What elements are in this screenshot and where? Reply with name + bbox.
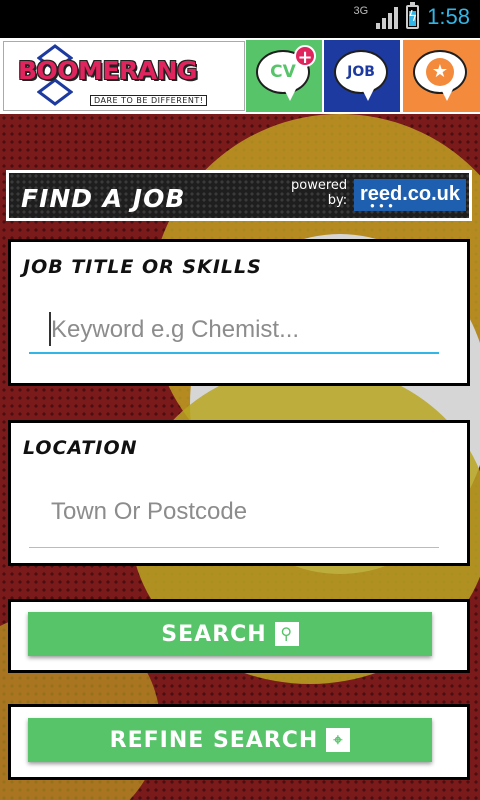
reed-logo[interactable]: reed.co.uk ● ● ● (354, 179, 466, 211)
cv-button[interactable]: CV + (246, 40, 322, 112)
job-title-label: JOB TITLE OR SKILLS (23, 256, 262, 278)
powered-by-text: powered by: (291, 178, 348, 208)
job-title-card: JOB TITLE OR SKILLS (8, 239, 470, 386)
status-bar: 3G ϟ 1:58 (0, 0, 480, 38)
location-label: LOCATION (23, 437, 138, 459)
plus-icon: + (294, 45, 316, 68)
logo[interactable]: BOOMERANG DARE TO BE DIFFERENT! (3, 41, 245, 111)
network-type: 3G (353, 5, 369, 17)
text-cursor (49, 312, 51, 346)
find-job-banner: FIND A JOB powered by: reed.co.uk ● ● ● (6, 170, 472, 221)
job-button[interactable]: JOB (324, 40, 400, 112)
clock: 1:58 (427, 4, 470, 29)
job-bubble-icon: JOB (334, 50, 388, 94)
target-icon: ⌖ (326, 728, 351, 752)
app-header: BOOMERANG DARE TO BE DIFFERENT! CV + JOB… (0, 38, 480, 114)
battery-icon: ϟ (406, 2, 420, 29)
search-icon: ⚲ (274, 622, 299, 646)
logo-tagline: DARE TO BE DIFFERENT! (90, 95, 208, 106)
location-card: LOCATION (8, 420, 470, 566)
search-button[interactable]: SEARCH ⚲ (28, 612, 432, 656)
signal-icon (376, 5, 399, 29)
favourites-button[interactable]: ★ (403, 40, 480, 112)
location-input[interactable] (29, 489, 439, 535)
location-underline (29, 547, 439, 548)
star-bubble-icon: ★ (413, 50, 467, 94)
star-icon: ★ (426, 58, 454, 86)
logo-text: BOOMERANG (18, 56, 198, 85)
refine-search-button[interactable]: REFINE SEARCH ⌖ (28, 718, 432, 762)
page-title: FIND A JOB (21, 184, 186, 213)
job-title-input[interactable] (29, 308, 439, 354)
